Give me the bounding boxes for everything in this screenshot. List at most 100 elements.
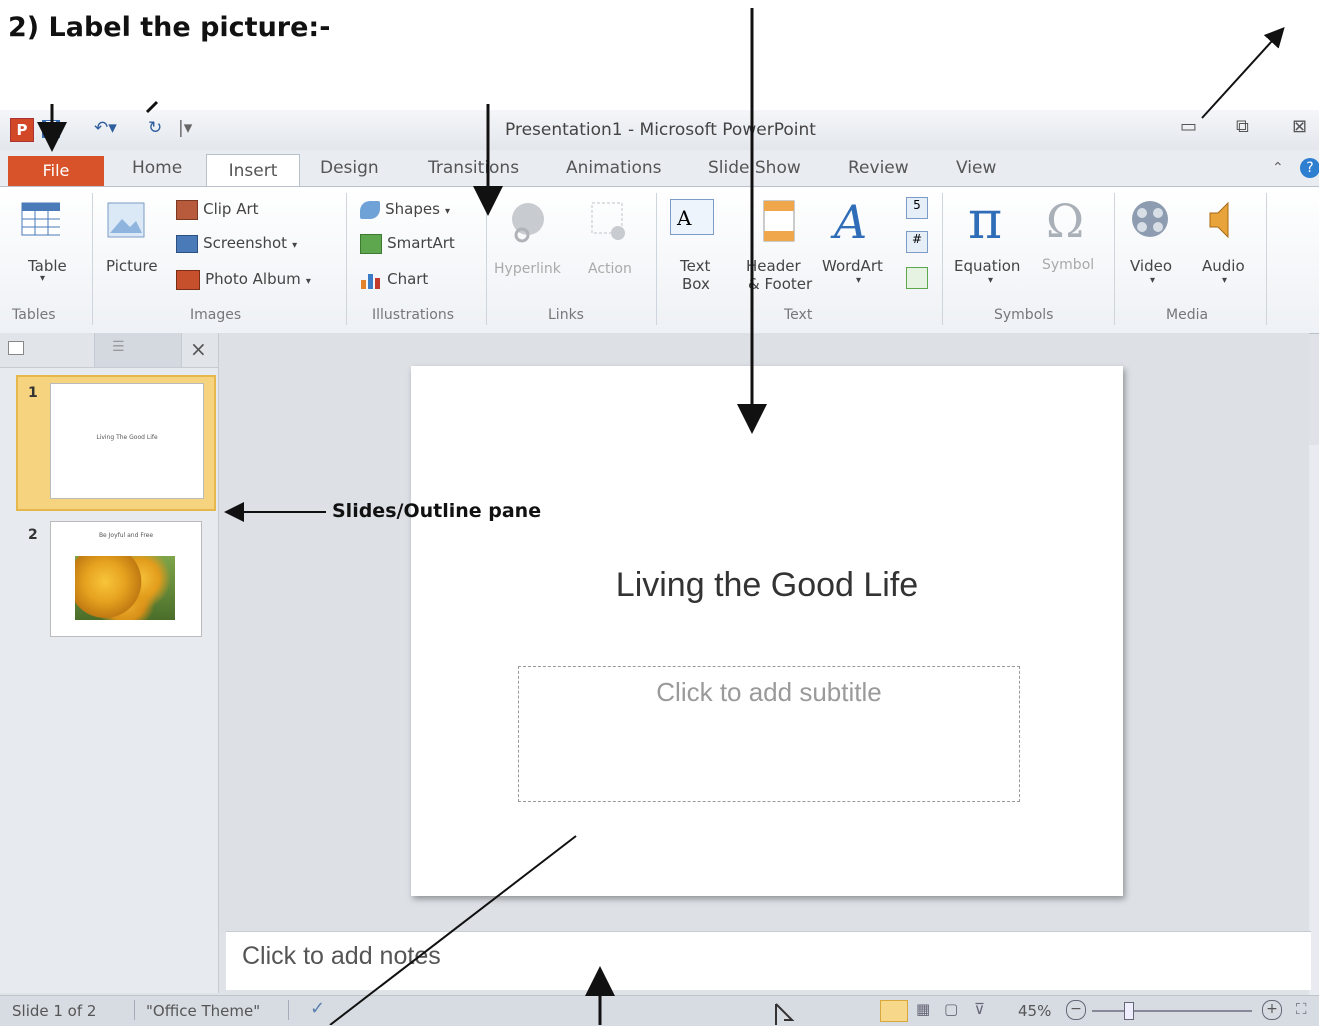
- slide-canvas[interactable]: Living the Good Life Click to add subtit…: [411, 366, 1123, 896]
- tab-review[interactable]: Review: [848, 158, 909, 178]
- minimize-icon[interactable]: ▭: [1180, 116, 1197, 137]
- close-pane-icon[interactable]: ×: [190, 337, 207, 361]
- slideshow-icon[interactable]: ⊽: [974, 1000, 985, 1018]
- header-footer-button[interactable]: Header & Footer: [740, 199, 820, 299]
- table-icon: [21, 202, 63, 236]
- audio-button[interactable]: Audio ▾: [1196, 197, 1260, 297]
- tab-animations[interactable]: Animations: [566, 158, 662, 178]
- tab-design[interactable]: Design: [320, 158, 379, 178]
- object-icon[interactable]: [906, 267, 928, 289]
- header-footer-label-line1: Header: [746, 257, 801, 275]
- text-box-label-line1: Text: [680, 257, 711, 275]
- picture-icon: [107, 202, 145, 238]
- save-icon[interactable]: [40, 118, 62, 140]
- clip-art-button[interactable]: Clip Art: [176, 199, 259, 220]
- zoom-out-icon[interactable]: −: [1066, 1000, 1086, 1020]
- spell-check-icon[interactable]: ✓: [310, 998, 325, 1019]
- zoom-slider-track[interactable]: [1092, 1010, 1252, 1012]
- shapes-button[interactable]: Shapes ▾: [360, 199, 450, 219]
- photo-album-button[interactable]: Photo Album ▾: [176, 269, 311, 290]
- group-divider: [942, 193, 943, 325]
- group-label-symbols: Symbols: [994, 307, 1054, 323]
- thumbnail-title: Be Joyful and Free: [98, 532, 154, 539]
- undo-icon[interactable]: ↶▾: [94, 118, 117, 140]
- slide-number-icon[interactable]: #: [906, 231, 928, 253]
- photo-album-label: Photo Album: [205, 270, 301, 288]
- equation-icon: π: [968, 191, 1003, 251]
- group-divider: [486, 193, 487, 325]
- smartart-button[interactable]: SmartArt: [360, 233, 455, 254]
- group-label-tables: Tables: [12, 307, 56, 323]
- hyperlink-button[interactable]: Hyperlink: [492, 199, 562, 289]
- subtitle-placeholder[interactable]: Click to add subtitle: [518, 666, 1020, 802]
- text-box-icon: A: [670, 199, 714, 235]
- picture-button[interactable]: Picture: [104, 199, 164, 289]
- ribbon-tabs: File Home Insert Design Transitions Anim…: [0, 150, 1319, 189]
- close-icon[interactable]: ⊠: [1292, 116, 1307, 137]
- chart-label: Chart: [387, 270, 429, 288]
- equation-label: Equation: [954, 257, 1021, 275]
- tab-file[interactable]: File: [8, 156, 104, 186]
- tab-view[interactable]: View: [956, 158, 996, 178]
- dropdown-arrow-icon: ▾: [1222, 275, 1228, 286]
- dropdown-arrow-icon: ▾: [444, 206, 451, 217]
- slides-tab-icon[interactable]: [8, 341, 24, 355]
- customize-quick-access-icon[interactable]: |▾: [178, 118, 192, 140]
- wordart-icon: A: [834, 195, 868, 249]
- chart-icon: [361, 273, 380, 289]
- group-label-media: Media: [1166, 307, 1209, 323]
- tab-home[interactable]: Home: [132, 158, 182, 178]
- reading-view-icon[interactable]: ▢: [944, 1000, 958, 1018]
- tab-slideshow[interactable]: Slide Show: [708, 158, 801, 178]
- symbol-label: Symbol: [1042, 257, 1095, 273]
- redo-icon[interactable]: ↻: [148, 118, 162, 140]
- smartart-label: SmartArt: [387, 234, 455, 252]
- group-label-images: Images: [190, 307, 242, 323]
- group-divider: [346, 193, 347, 325]
- video-button[interactable]: Video ▾: [1124, 197, 1188, 297]
- hyperlink-label: Hyperlink: [494, 261, 561, 277]
- slide-thumbnail-canvas: Be Joyful and Free: [50, 521, 202, 637]
- wordart-label: WordArt: [822, 257, 883, 275]
- minimize-ribbon-icon[interactable]: ⌃: [1272, 160, 1284, 176]
- restore-icon[interactable]: ⧉: [1236, 116, 1249, 137]
- group-label-text: Text: [784, 307, 813, 323]
- help-icon[interactable]: ?: [1300, 158, 1319, 178]
- chart-button[interactable]: Chart: [360, 269, 428, 290]
- normal-view-icon[interactable]: [880, 1000, 908, 1022]
- date-time-icon[interactable]: 5: [906, 197, 928, 219]
- slide-thumbnail-2[interactable]: 2 Be Joyful and Free: [18, 519, 212, 643]
- theme-name: "Office Theme": [146, 1002, 261, 1020]
- equation-button[interactable]: π Equation ▾: [952, 193, 1036, 293]
- outline-tab-icon[interactable]: ☰: [112, 339, 125, 355]
- zoom-slider-thumb[interactable]: [1124, 1002, 1134, 1020]
- zoom-level[interactable]: 45%: [1018, 1002, 1051, 1020]
- slide-number: 1: [28, 385, 38, 401]
- wordart-button[interactable]: A WordArt ▾: [822, 199, 898, 299]
- slide-title[interactable]: Living the Good Life: [411, 566, 1123, 605]
- screenshot-button[interactable]: Screenshot ▾: [176, 233, 297, 253]
- tab-transitions[interactable]: Transitions: [428, 158, 519, 178]
- fit-slide-icon[interactable]: ⛶: [1296, 1000, 1307, 1018]
- table-button[interactable]: Table ▾: [20, 199, 80, 289]
- window-title: Presentation1 - Microsoft PowerPoint: [505, 120, 816, 140]
- text-box-button[interactable]: A Text Box: [670, 199, 730, 299]
- action-button[interactable]: Action: [580, 199, 640, 289]
- picture-label: Picture: [106, 257, 158, 275]
- dropdown-arrow-icon: ▾: [292, 240, 298, 251]
- action-label: Action: [588, 261, 632, 277]
- tab-insert[interactable]: Insert: [206, 154, 300, 189]
- action-icon: [591, 202, 625, 240]
- slide-thumbnail-1[interactable]: 1 Living The Good Life: [16, 375, 216, 511]
- zoom-in-icon[interactable]: +: [1262, 1000, 1282, 1020]
- group-label-links: Links: [548, 307, 584, 323]
- slide-sorter-icon[interactable]: ▦: [916, 1000, 930, 1018]
- subtitle-placeholder-text: Click to add subtitle: [656, 677, 882, 707]
- slide-count: Slide 1 of 2: [12, 1002, 97, 1020]
- title-bar: P ↶▾ ↻ |▾ Presentation1 - Microsoft Powe…: [0, 110, 1319, 150]
- symbol-button[interactable]: Ω Symbol: [1040, 193, 1110, 293]
- dropdown-arrow-icon: ▾: [305, 276, 311, 287]
- slides-outline-pane-label: Slides/Outline pane: [332, 500, 542, 522]
- notes-pane[interactable]: Click to add notes: [226, 931, 1311, 990]
- status-divider: [134, 1000, 135, 1020]
